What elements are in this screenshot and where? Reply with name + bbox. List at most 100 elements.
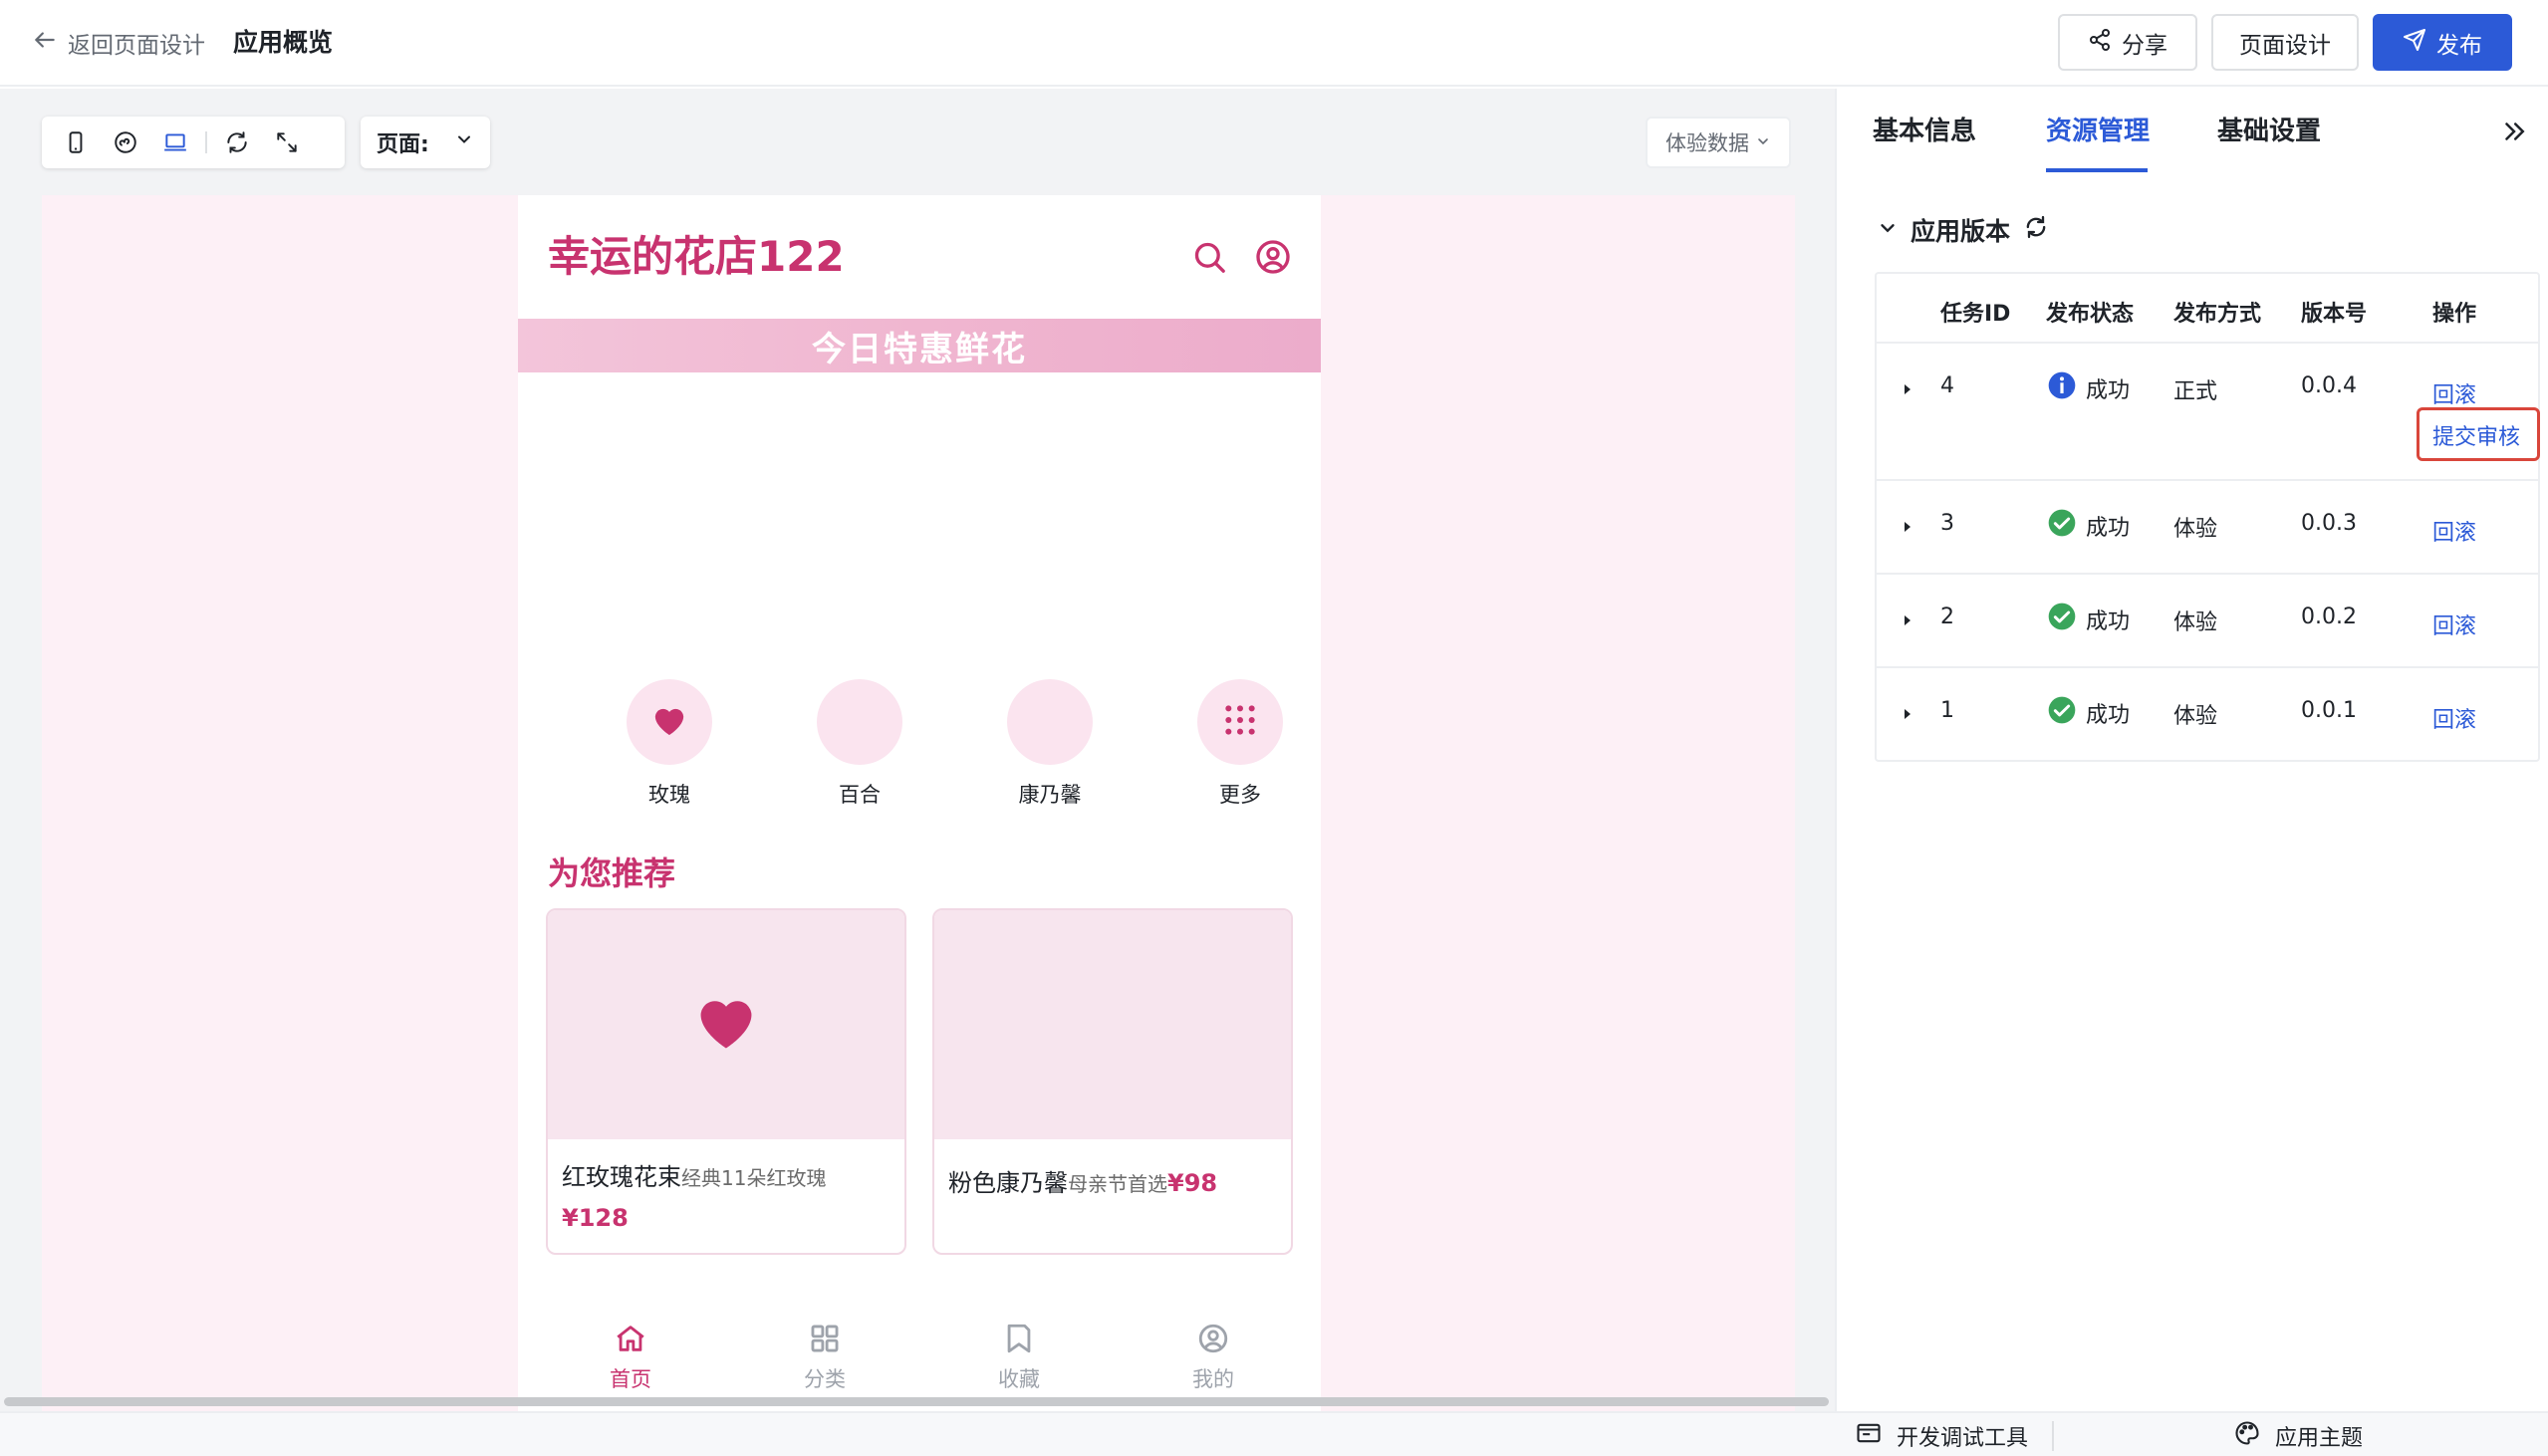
tab-basic-settings[interactable]: 基础设置 — [2217, 115, 2321, 148]
expand-caret-icon[interactable] — [1901, 706, 1914, 720]
rotate-icon[interactable] — [217, 122, 257, 162]
publish-mode: 体验 — [2173, 610, 2218, 635]
app-theme-label: 应用主题 — [2275, 1426, 2364, 1451]
publish-mode: 体验 — [2173, 704, 2218, 729]
tab-label: 我的 — [1192, 1367, 1234, 1391]
heart-icon — [649, 700, 689, 744]
publish-mode: 正式 — [2173, 379, 2218, 404]
table-row: 3 成功 体验 0.0.3 回滚 — [1877, 481, 2538, 575]
category-more[interactable]: 更多 — [1180, 679, 1300, 809]
arrow-left-icon — [32, 27, 58, 59]
table-row: 4 成功 正式 0.0.4 回滚 提交审核 — [1877, 344, 2540, 481]
panel-tabs: 基本信息 资源管理 基础设置 — [1837, 89, 2548, 174]
bottom-status-bar: 开发调试工具 应用主题 — [0, 1411, 2548, 1456]
version-number: 0.0.1 — [2301, 698, 2357, 723]
share-label: 分享 — [2122, 32, 2167, 59]
highlight-box — [2417, 407, 2540, 461]
publish-button[interactable]: 发布 — [2373, 14, 2512, 71]
tab-basic-info[interactable]: 基本信息 — [1873, 115, 1976, 148]
bookmark-icon — [1002, 1322, 1036, 1359]
devtools-label: 开发调试工具 — [1897, 1426, 2029, 1451]
app-version-section-header: 应用版本 — [1877, 212, 2050, 248]
rollback-link[interactable]: 回滚 — [2432, 608, 2476, 640]
chevron-down-icon[interactable] — [1877, 216, 1899, 245]
refresh-icon[interactable] — [2022, 213, 2050, 247]
table-row: 2 成功 体验 0.0.2 回滚 — [1877, 575, 2538, 668]
task-id: 2 — [1940, 605, 1954, 629]
scrollbar-thumb[interactable] — [4, 1397, 1829, 1406]
home-icon — [614, 1322, 647, 1359]
table-row: 1 成功 体验 0.0.1 回滚 — [1877, 668, 2538, 760]
app-theme-button[interactable]: 应用主题 — [2233, 1419, 2363, 1453]
promo-banner[interactable]: 今日特惠鲜花 — [518, 319, 1321, 372]
mobile-device-icon[interactable] — [56, 122, 96, 162]
rollback-link[interactable]: 回滚 — [2432, 702, 2476, 734]
column-header: 发布方式 — [2173, 302, 2262, 327]
version-number: 0.0.2 — [2301, 605, 2357, 629]
footer-divider — [2052, 1421, 2054, 1451]
miniprogram-icon[interactable] — [106, 122, 145, 162]
chevron-down-icon — [454, 129, 474, 155]
product-name: 粉色康乃馨 — [948, 1169, 1068, 1197]
grid-dots-icon — [1220, 700, 1260, 744]
search-icon[interactable] — [1189, 237, 1229, 277]
shop-header: 幸运的花店122 — [518, 195, 1321, 319]
category-lily[interactable]: 百合 — [800, 679, 919, 809]
expand-caret-icon[interactable] — [1901, 612, 1914, 626]
column-header: 操作 — [2432, 302, 2477, 327]
data-source-label: 体验数据 — [1665, 131, 1749, 155]
canvas-horizontal-scrollbar[interactable] — [0, 1394, 1835, 1408]
product-card[interactable]: 红玫瑰花束经典11朵红玫瑰 ¥128 — [546, 908, 906, 1255]
rollback-link[interactable]: 回滚 — [2432, 377, 2476, 409]
expand-caret-icon[interactable] — [1901, 519, 1914, 533]
devtools-button[interactable]: 开发调试工具 — [1855, 1419, 2028, 1453]
tab-favorites[interactable]: 收藏 — [964, 1322, 1074, 1393]
category-label: 玫瑰 — [648, 783, 690, 807]
check-icon — [2046, 507, 2078, 545]
product-image — [548, 910, 904, 1139]
publish-label: 发布 — [2436, 32, 2482, 59]
tab-category[interactable]: 分类 — [770, 1322, 880, 1393]
shop-title: 幸运的花店122 — [548, 232, 845, 281]
product-info: 粉色康乃馨母亲节首选¥98 — [948, 1163, 1281, 1198]
status-label: 成功 — [2086, 703, 2131, 728]
desktop-device-icon[interactable] — [155, 122, 195, 162]
page-design-button[interactable]: 页面设计 — [2211, 14, 2359, 71]
product-desc: 母亲节首选 — [1068, 1172, 1167, 1196]
section-title: 应用版本 — [1911, 217, 2011, 246]
page-select[interactable]: 页面: — [361, 117, 490, 168]
tab-mine[interactable]: 我的 — [1158, 1322, 1268, 1393]
category-circle — [627, 679, 712, 765]
back-to-page-design-link[interactable]: 返回页面设计 — [32, 26, 205, 60]
category-grid-icon — [808, 1322, 842, 1359]
product-card[interactable]: 粉色康乃馨母亲节首选¥98 — [932, 908, 1293, 1255]
page-select-label: 页面: — [377, 132, 429, 157]
publish-status: 成功 — [2046, 507, 2130, 545]
user-account-icon[interactable] — [1253, 237, 1293, 277]
tab-resource-management[interactable]: 资源管理 — [2046, 115, 2150, 148]
publish-status: 成功 — [2046, 601, 2130, 638]
column-header: 版本号 — [2301, 302, 2368, 327]
category-label: 更多 — [1219, 783, 1261, 807]
version-table: 任务ID 发布状态 发布方式 版本号 操作 4 成功 正式 0.0.4 回滚 提… — [1875, 272, 2540, 762]
version-number: 0.0.4 — [2301, 373, 2357, 398]
toolbar-divider — [205, 131, 207, 153]
heart-icon — [695, 995, 757, 1055]
data-source-select[interactable]: 体验数据 — [1646, 117, 1791, 168]
column-header: 任务ID — [1940, 302, 2011, 327]
category-label: 百合 — [839, 783, 881, 807]
rollback-link[interactable]: 回滚 — [2432, 515, 2476, 547]
task-id: 4 — [1940, 373, 1954, 398]
category-shortcuts: 玫瑰 百合 康乃馨 更多 — [518, 679, 1321, 809]
info-icon — [2046, 369, 2078, 407]
fullscreen-icon[interactable] — [267, 122, 307, 162]
task-id: 1 — [1940, 698, 1954, 723]
category-rose[interactable]: 玫瑰 — [610, 679, 729, 809]
chevron-down-icon — [1755, 130, 1771, 154]
tab-home[interactable]: 首页 — [576, 1322, 685, 1393]
collapse-panel-icon[interactable] — [2499, 117, 2531, 148]
category-carnation[interactable]: 康乃馨 — [990, 679, 1110, 809]
share-button[interactable]: 分享 — [2058, 14, 2197, 71]
expand-caret-icon[interactable] — [1901, 381, 1914, 395]
publish-mode: 体验 — [2173, 517, 2218, 542]
